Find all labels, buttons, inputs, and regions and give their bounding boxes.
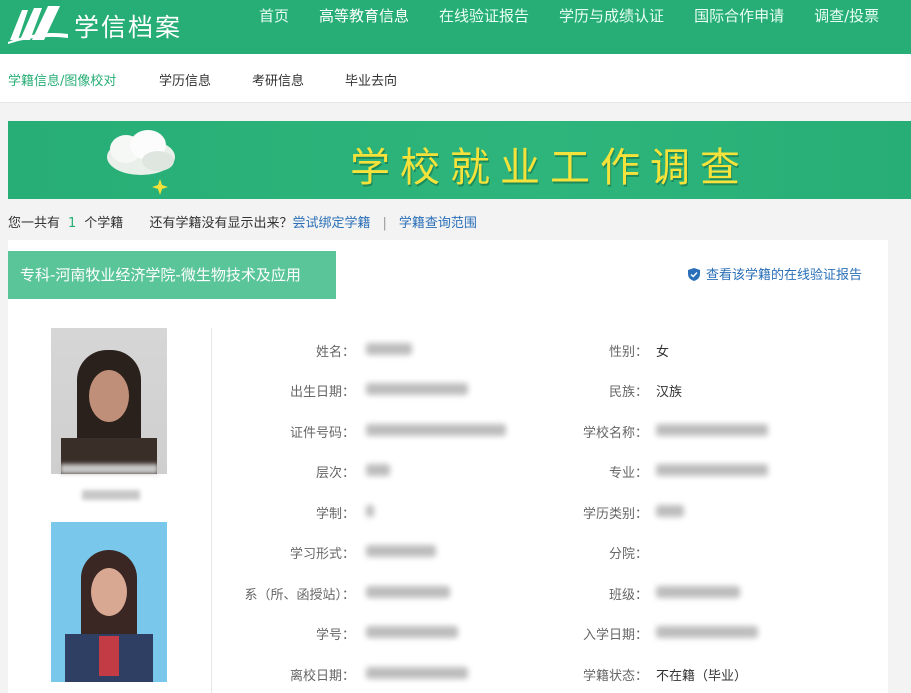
record-count-line: 您一共有 1 个学籍 还有学籍没有显示出来？尝试绑定学籍 | 学籍查询范围: [8, 212, 477, 231]
nav-higher-education-info[interactable]: 高等教育信息: [304, 0, 424, 76]
record-count: 1: [68, 216, 77, 231]
missing-record-question: 还有学籍没有显示出来？: [149, 216, 293, 231]
label-ethnicity: 民族：: [608, 385, 648, 400]
label-gender: 性别：: [608, 345, 648, 360]
enrollment-photo[interactable]: [51, 328, 167, 474]
label-branch: 分院：: [608, 547, 648, 562]
top-navigation-bar: 学信档案 首页 高等教育信息 在线验证报告 学历与成绩认证 国际合作申请 调查/…: [0, 0, 911, 76]
nav-degree-grade-certification[interactable]: 学历与成绩认证: [544, 0, 679, 54]
label-study-form: 学习形式：: [289, 547, 355, 562]
label-student-id: 学号：: [315, 628, 355, 643]
label-record-status: 学籍状态：: [582, 669, 648, 684]
nav-survey-vote[interactable]: 调查/投票: [799, 0, 894, 54]
label-major: 专业：: [608, 466, 648, 481]
view-verification-report-link[interactable]: 查看该学籍的在线验证报告: [688, 264, 862, 283]
brand-name[interactable]: 学信档案: [74, 8, 182, 44]
tab-graduate-destination[interactable]: 毕业去向: [345, 70, 397, 89]
banner-title: 学校就业工作调查: [350, 145, 750, 191]
label-level: 层次：: [315, 466, 355, 481]
bind-record-link[interactable]: 尝试绑定学籍: [292, 216, 370, 231]
value-degree-category-blurred: [656, 505, 684, 517]
label-id-number: 证件号码：: [289, 426, 355, 441]
tab-postgrad-exam-info[interactable]: 考研信息: [252, 70, 304, 89]
label-degree-category: 学历类别：: [582, 507, 648, 522]
label-leave-date: 离校日期：: [289, 669, 355, 684]
student-record-card: 专科-河南牧业经济学院-微生物技术及应用 查看该学籍的在线验证报告 姓名： 出生…: [8, 240, 888, 693]
nav-home[interactable]: 首页: [244, 0, 304, 54]
tab-student-status-photo[interactable]: 学籍信息/图像校对: [8, 70, 116, 89]
query-scope-link[interactable]: 学籍查询范围: [399, 216, 477, 231]
count-prefix: 您一共有: [8, 216, 61, 231]
value-department-blurred: [366, 586, 450, 598]
tab-degree-info[interactable]: 学历信息: [159, 70, 211, 89]
verify-link-label: 查看该学籍的在线验证报告: [706, 268, 863, 283]
nav-international-cooperation[interactable]: 国际合作申请: [679, 0, 799, 54]
count-suffix: 个学籍: [84, 216, 124, 231]
value-enrollment-date-blurred: [656, 626, 758, 638]
main-nav: 首页 高等教育信息 在线验证报告 学历与成绩认证 国际合作申请 调查/投票: [244, 0, 894, 76]
graduation-photo[interactable]: [51, 522, 167, 682]
label-name: 姓名：: [315, 345, 355, 360]
value-student-id-blurred: [366, 626, 458, 638]
nav-online-verification-report[interactable]: 在线验证报告: [424, 0, 544, 54]
photo-caption-blurred: [60, 464, 158, 474]
value-study-form-blurred: [366, 545, 436, 557]
label-school-name: 学校名称：: [582, 426, 648, 441]
value-record-status: 不在籍（毕业）: [656, 669, 748, 684]
logo-icon[interactable]: [8, 4, 68, 44]
label-duration: 学制：: [315, 507, 355, 522]
value-ethnicity: 汉族: [656, 385, 683, 400]
shield-icon: [688, 268, 700, 281]
value-id-number-blurred: [366, 424, 506, 436]
label-birth-date: 出生日期：: [289, 385, 355, 400]
value-leave-date-blurred: [366, 667, 468, 679]
value-level-blurred: [366, 464, 390, 476]
value-gender: 女: [656, 345, 670, 360]
value-school-name-blurred: [656, 424, 768, 436]
record-title-tag: 专科-河南牧业经济学院-微生物技术及应用: [8, 251, 336, 299]
cloud-icon: [107, 130, 175, 195]
value-name-blurred: [366, 343, 412, 355]
value-class-blurred: [656, 586, 740, 598]
photo-date-blurred: [82, 490, 140, 500]
label-enrollment-date: 入学日期：: [582, 628, 648, 643]
value-duration-blurred: [366, 505, 374, 517]
label-class: 班级：: [608, 588, 648, 603]
value-birth-date-blurred: [366, 383, 468, 395]
card-divider: [211, 328, 212, 693]
survey-banner[interactable]: 学校就业工作调查: [8, 121, 911, 199]
sub-navigation: 学籍信息/图像校对 学历信息 考研信息 毕业去向: [0, 54, 911, 103]
label-department: 系（所、函授站）：: [244, 588, 355, 603]
link-separator: |: [382, 216, 387, 231]
value-major-blurred: [656, 464, 768, 476]
